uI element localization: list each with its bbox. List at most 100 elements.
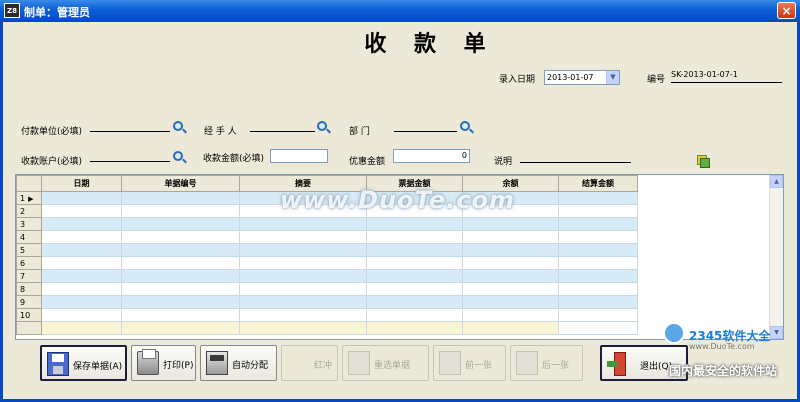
column-header[interactable]: 日期 (41, 175, 122, 192)
close-button[interactable]: × (777, 2, 796, 19)
grid-cell[interactable] (239, 321, 367, 335)
grid-cell[interactable] (558, 217, 638, 231)
grid-cell[interactable] (558, 256, 638, 270)
grid-cell[interactable] (239, 217, 367, 231)
grid-cell[interactable] (41, 282, 122, 296)
account-lookup-icon[interactable] (173, 151, 183, 161)
grid-cell[interactable] (462, 269, 559, 283)
grid-cell[interactable] (366, 282, 463, 296)
grid-cell[interactable] (121, 282, 240, 296)
table-row[interactable]: 9 (16, 295, 638, 309)
grid-cell[interactable] (462, 282, 559, 296)
grid-cell[interactable] (121, 321, 240, 335)
department-input[interactable] (394, 119, 457, 132)
grid-cell[interactable] (41, 321, 122, 335)
table-row[interactable]: 10 (16, 308, 638, 322)
grid-cell[interactable] (366, 243, 463, 257)
account-input[interactable] (90, 149, 170, 162)
grid-cell[interactable] (121, 243, 240, 257)
note-input[interactable] (520, 150, 631, 163)
department-lookup-icon[interactable] (460, 121, 470, 131)
grid-cell[interactable] (462, 217, 559, 231)
grid-cell[interactable] (121, 191, 240, 205)
table-row[interactable] (16, 321, 638, 335)
grid-cell[interactable] (239, 230, 367, 244)
grid-cell[interactable] (121, 217, 240, 231)
calendar-dropdown-icon[interactable]: ▼ (606, 71, 619, 84)
grid-cell[interactable] (462, 321, 559, 335)
title-bar[interactable]: Z8 制单：管理员 × (0, 0, 800, 22)
grid-cell[interactable] (462, 295, 559, 309)
next-button[interactable]: 后一张 (510, 345, 583, 381)
grid-cell[interactable] (239, 308, 367, 322)
table-row[interactable]: 3 (16, 217, 638, 231)
grid-cell[interactable] (558, 230, 638, 244)
scroll-up-icon[interactable]: ▲ (770, 175, 783, 188)
grid-cell[interactable] (558, 204, 638, 218)
grid-cell[interactable] (239, 243, 367, 257)
payer-lookup-icon[interactable] (173, 121, 183, 131)
grid-cell[interactable] (41, 243, 122, 257)
grid-cell[interactable] (121, 308, 240, 322)
column-header[interactable]: 结算金额 (558, 175, 638, 192)
grid-cell[interactable] (366, 230, 463, 244)
grid-cell[interactable] (239, 256, 367, 270)
grid-cell[interactable] (121, 256, 240, 270)
grid-cell[interactable] (121, 230, 240, 244)
prev-button[interactable]: 前一张 (433, 345, 506, 381)
grid-cell[interactable] (558, 269, 638, 283)
print-button[interactable]: 打印(P) (131, 345, 196, 381)
table-row[interactable]: 6 (16, 256, 638, 270)
grid-cell[interactable] (239, 269, 367, 283)
grid-cell[interactable] (366, 321, 463, 335)
grid-cell[interactable] (239, 295, 367, 309)
row-number: 1 ▶ (16, 191, 42, 205)
auto-assign-button[interactable]: 自动分配 (200, 345, 277, 381)
column-header[interactable]: 单据编号 (121, 175, 240, 192)
grid-cell[interactable] (462, 230, 559, 244)
table-row[interactable]: 7 (16, 269, 638, 283)
copy-icon[interactable] (697, 155, 710, 168)
grid-cell[interactable] (41, 295, 122, 309)
grid-cell[interactable] (558, 282, 638, 296)
grid-cell[interactable] (558, 191, 638, 205)
grid-cell[interactable] (41, 308, 122, 322)
row-number: 3 (16, 217, 42, 231)
amount-input[interactable] (270, 149, 328, 163)
grid-cell[interactable] (462, 308, 559, 322)
grid-cell[interactable] (462, 243, 559, 257)
discount-input[interactable]: 0 (393, 149, 470, 163)
grid-cell[interactable] (462, 256, 559, 270)
handler-lookup-icon[interactable] (317, 121, 327, 131)
table-row[interactable]: 8 (16, 282, 638, 296)
grid-cell[interactable] (239, 282, 367, 296)
payer-input[interactable] (90, 119, 170, 132)
grid-cell[interactable] (366, 295, 463, 309)
grid-cell[interactable] (41, 217, 122, 231)
grid-cell[interactable] (121, 269, 240, 283)
grid-cell[interactable] (366, 308, 463, 322)
handler-input[interactable] (250, 119, 315, 132)
red-reverse-button[interactable]: 红冲 (281, 345, 338, 381)
grid-cell[interactable] (41, 256, 122, 270)
table-row[interactable]: 5 (16, 243, 638, 257)
grid-cell[interactable] (558, 295, 638, 309)
grid-vertical-scrollbar[interactable]: ▲ ▼ (769, 175, 783, 339)
grid-cell[interactable] (41, 269, 122, 283)
grid-cell[interactable] (121, 204, 240, 218)
save-button[interactable]: 保存单据(A) (40, 345, 127, 381)
grid-cell[interactable] (558, 243, 638, 257)
grid-cell[interactable] (558, 321, 638, 335)
grid-cell[interactable] (558, 308, 638, 322)
grid-cell[interactable] (41, 230, 122, 244)
grid-cell[interactable] (366, 269, 463, 283)
row-number-label: 3 (20, 219, 26, 229)
table-row[interactable]: 4 (16, 230, 638, 244)
entry-date-select[interactable]: 2013-01-07 ▼ (544, 70, 620, 85)
grid-cell[interactable] (366, 256, 463, 270)
reselect-button[interactable]: 重选单据 (342, 345, 429, 381)
grid-cell[interactable] (366, 217, 463, 231)
grid-cell[interactable] (121, 295, 240, 309)
grid-cell[interactable] (41, 191, 122, 205)
grid-cell[interactable] (41, 204, 122, 218)
